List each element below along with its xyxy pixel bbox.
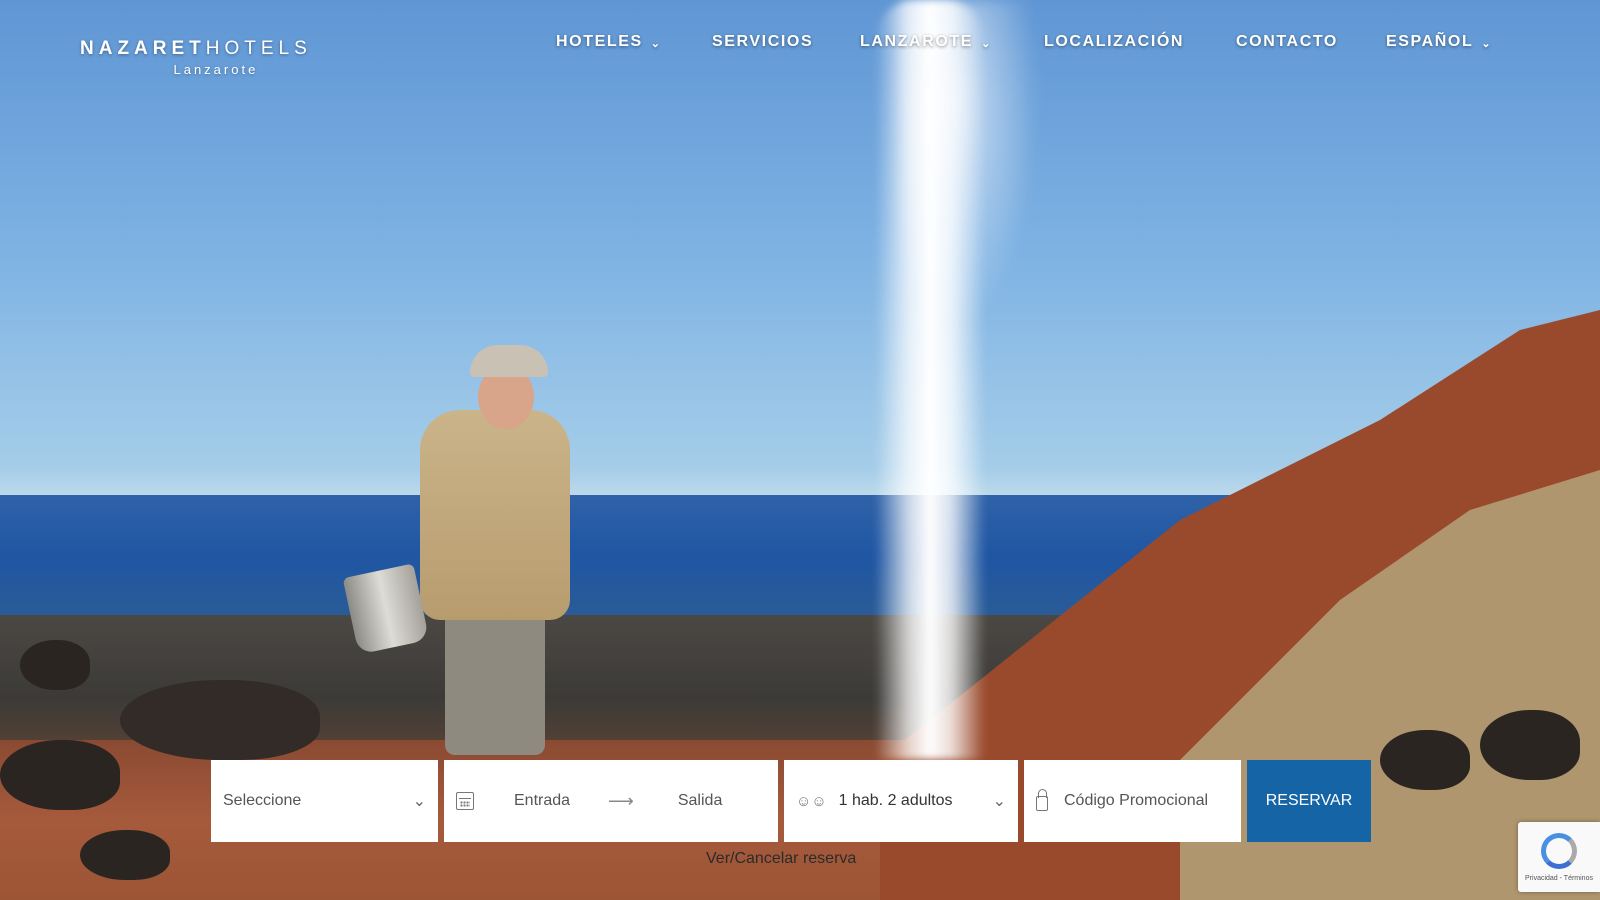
rock — [1480, 710, 1580, 780]
nav-item-language[interactable]: ESPAÑOL ⌄ — [1386, 33, 1492, 51]
guests-select[interactable]: ☺☺ 1 hab. 2 adultos ⌄ — [784, 760, 1018, 842]
date-range-picker[interactable]: Entrada ⟶ Salida — [444, 760, 778, 842]
geyser — [875, 0, 985, 760]
nav-item-lanzarote[interactable]: LANZAROTE ⌄ — [860, 33, 992, 51]
arrow-right-icon: ⟶ — [608, 790, 634, 811]
promo-code-placeholder: Código Promocional — [1064, 792, 1209, 809]
nav-item-hoteles[interactable]: HOTELES ⌄ — [556, 33, 662, 51]
chevron-down-icon: ⌄ — [992, 793, 1006, 810]
users-icon: ☺☺ — [796, 792, 827, 810]
logo-brand-bold: NAZARET — [80, 38, 206, 59]
recaptcha-icon — [1541, 832, 1577, 869]
nav-item-label: ESPAÑOL — [1386, 33, 1474, 50]
rock — [1380, 730, 1470, 790]
chevron-down-icon: ⌄ — [412, 793, 426, 810]
rock — [120, 680, 320, 760]
promo-code-field[interactable]: Código Promocional — [1024, 760, 1241, 842]
nav-item-label: HOTELES — [556, 33, 643, 50]
person — [420, 410, 570, 620]
nav-item-localizacion[interactable]: LOCALIZACIÓN — [1044, 33, 1184, 51]
recaptcha-badge[interactable]: Privacidad - Términos — [1518, 822, 1600, 892]
booking-bar: Seleccione ⌄ Entrada ⟶ Salida ☺☺ 1 hab. … — [211, 760, 1371, 842]
nav-item-label: CONTACTO — [1236, 33, 1338, 50]
recaptcha-text[interactable]: Privacidad - Términos — [1525, 875, 1593, 882]
calendar-icon — [456, 792, 474, 810]
rock — [0, 740, 120, 810]
chevron-down-icon: ⌄ — [1481, 37, 1493, 50]
hotel-select[interactable]: Seleccione ⌄ — [211, 760, 438, 842]
chevron-down-icon: ⌄ — [981, 37, 992, 50]
nav-item-label: LOCALIZACIÓN — [1044, 33, 1185, 50]
rock — [80, 830, 170, 880]
nav-item-label: SERVICIOS — [712, 33, 814, 50]
person-cap — [470, 345, 548, 377]
rock — [20, 640, 90, 690]
checkin-field[interactable]: Entrada — [514, 792, 570, 810]
reserve-button[interactable]: RESERVAR — [1247, 760, 1371, 842]
view-cancel-reservation-link[interactable]: Ver/Cancelar reserva — [706, 850, 856, 868]
lock-icon — [1036, 788, 1048, 811]
site-logo[interactable]: NAZARETHOTELS Lanzarote — [80, 38, 312, 77]
logo-brand-light: HOTELS — [205, 38, 312, 59]
logo-subtitle: Lanzarote — [173, 62, 259, 77]
chevron-down-icon: ⌄ — [650, 37, 662, 50]
guests-value: 1 hab. 2 adultos — [838, 792, 953, 809]
hotel-select-value: Seleccione — [223, 792, 302, 809]
nav-item-servicios[interactable]: SERVICIOS — [712, 33, 813, 51]
nav-item-label: LANZAROTE — [860, 33, 974, 50]
checkout-field[interactable]: Salida — [678, 792, 722, 810]
nav-item-contacto[interactable]: CONTACTO — [1236, 33, 1338, 51]
